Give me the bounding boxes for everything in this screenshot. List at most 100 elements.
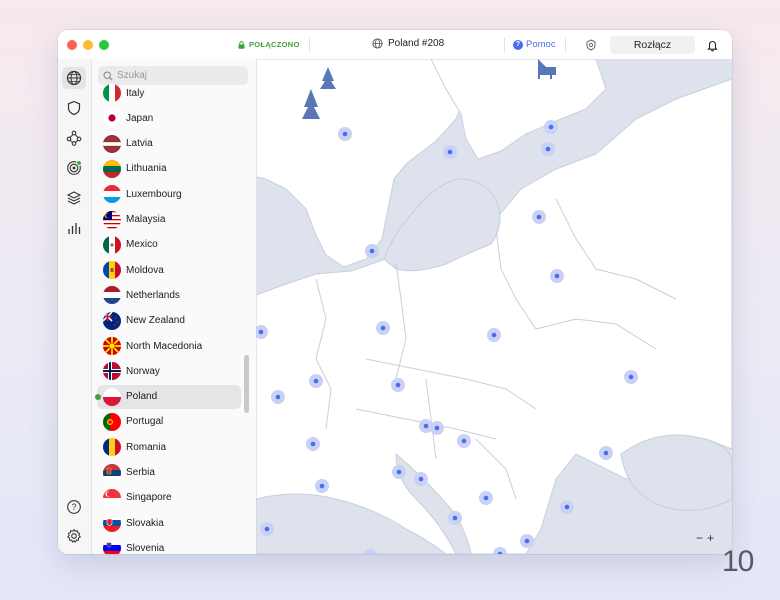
world-map[interactable]: [256, 59, 732, 554]
country-name: North Macedonia: [126, 340, 203, 352]
server-marker[interactable]: [365, 244, 379, 258]
stats-icon: [68, 223, 81, 234]
server-markers: [256, 120, 638, 554]
current-server[interactable]: Poland #208: [372, 38, 444, 49]
zoom-in-button[interactable]: +: [707, 531, 714, 545]
country-item-luxembourg[interactable]: Luxembourg: [97, 182, 241, 206]
server-marker[interactable]: [544, 120, 558, 134]
flag-sg-icon: [103, 488, 121, 507]
nav-meshnet[interactable]: [62, 127, 86, 149]
server-marker[interactable]: [338, 127, 352, 141]
server-marker[interactable]: [624, 370, 638, 384]
server-marker[interactable]: [443, 145, 457, 159]
server-marker[interactable]: [376, 321, 390, 335]
country-item-japan[interactable]: Japan: [97, 106, 241, 130]
settings-icon: [67, 529, 81, 543]
country-item-slovakia[interactable]: Slovakia: [97, 511, 241, 535]
server-marker[interactable]: [260, 522, 274, 536]
bell-icon: [707, 40, 718, 52]
nav-specialty-servers[interactable]: [62, 97, 86, 119]
server-marker[interactable]: [541, 142, 555, 156]
shield-icon: [67, 100, 81, 116]
server-marker[interactable]: [550, 269, 564, 283]
flag-ro-icon: [103, 438, 121, 457]
country-name: Poland: [126, 391, 158, 403]
connection-settings-button[interactable]: [585, 38, 597, 56]
disconnect-button[interactable]: Rozłącz: [610, 36, 695, 54]
country-name: New Zealand: [126, 315, 185, 327]
flag-lt-icon: [103, 159, 121, 178]
country-name: Malaysia: [126, 214, 166, 225]
server-marker[interactable]: [315, 479, 329, 493]
nav-statistics[interactable]: [62, 217, 86, 239]
nav-threat-protection[interactable]: [62, 157, 86, 179]
server-marker[interactable]: [560, 500, 574, 514]
server-marker[interactable]: [448, 511, 462, 525]
nav-layers[interactable]: [62, 187, 86, 209]
scrollbar-thumb[interactable]: [244, 355, 249, 413]
minimize-window-button[interactable]: [83, 40, 93, 50]
layers-icon: [66, 191, 82, 205]
close-window-button[interactable]: [67, 40, 77, 50]
country-item-moldova[interactable]: Moldova: [97, 258, 241, 282]
server-marker[interactable]: [363, 549, 377, 554]
flag-jp-icon: [103, 109, 121, 128]
server-marker[interactable]: [271, 390, 285, 404]
search-input[interactable]: [117, 70, 237, 81]
country-item-lithuania[interactable]: Lithuania: [97, 157, 241, 181]
country-item-serbia[interactable]: Serbia: [97, 461, 241, 485]
server-marker[interactable]: [479, 491, 493, 505]
zoom-controls: − +: [696, 531, 714, 545]
server-marker[interactable]: [493, 547, 507, 554]
nav-help[interactable]: ?: [62, 496, 86, 518]
zoom-out-button[interactable]: −: [696, 531, 703, 545]
zoom-window-button[interactable]: [99, 40, 109, 50]
flag-lu-icon: [103, 185, 121, 204]
country-name: Singapore: [126, 492, 172, 504]
server-marker[interactable]: [599, 446, 613, 460]
server-marker[interactable]: [414, 472, 428, 486]
country-item-norway[interactable]: Norway: [97, 359, 241, 383]
country-item-malaysia[interactable]: Malaysia: [97, 208, 241, 232]
flag-si-icon: [103, 539, 121, 554]
flag-nz-icon: [103, 311, 121, 330]
status-label: POŁĄCZONO: [249, 40, 300, 49]
server-marker[interactable]: [309, 374, 323, 388]
country-item-singapore[interactable]: Singapore: [97, 486, 241, 510]
country-item-mexico[interactable]: Mexico: [97, 233, 241, 257]
title-bar: POŁĄCZONO Poland #208 ? Pomoc Rozłącz: [58, 30, 732, 60]
server-marker[interactable]: [430, 421, 444, 435]
svg-text:?: ?: [71, 502, 76, 512]
country-item-portugal[interactable]: Portugal: [97, 410, 241, 434]
server-marker[interactable]: [532, 210, 546, 224]
country-item-north-macedonia[interactable]: North Macedonia: [97, 334, 241, 358]
server-marker[interactable]: [520, 534, 534, 548]
country-item-netherlands[interactable]: Netherlands: [97, 283, 241, 307]
connection-status: POŁĄCZONO: [238, 40, 300, 49]
notifications-button[interactable]: [707, 39, 718, 57]
country-name: Moldova: [126, 264, 164, 276]
country-name: Netherlands: [126, 289, 180, 301]
country-item-italy[interactable]: Italy: [97, 81, 241, 105]
flag-it-icon: [103, 84, 121, 102]
server-marker[interactable]: [457, 434, 471, 448]
app-window: POŁĄCZONO Poland #208 ? Pomoc Rozłącz ? …: [58, 30, 732, 554]
nav-settings[interactable]: [62, 525, 86, 547]
country-name: Portugal: [126, 416, 164, 428]
disconnect-label: Rozłącz: [633, 39, 672, 51]
server-marker[interactable]: [487, 328, 501, 342]
server-name: Poland #208: [388, 38, 445, 49]
country-item-poland[interactable]: Poland: [95, 384, 241, 409]
country-item-romania[interactable]: Romania: [97, 435, 241, 459]
help-link[interactable]: ? Pomoc: [513, 39, 556, 50]
flag-md-icon: [103, 261, 121, 280]
country-item-slovenia[interactable]: Slovenia: [97, 536, 241, 554]
server-marker[interactable]: [392, 465, 406, 479]
country-name: Norway: [126, 365, 160, 377]
country-item-latvia[interactable]: Latvia: [97, 132, 241, 156]
server-marker[interactable]: [256, 325, 268, 339]
nav-countries[interactable]: [62, 67, 86, 89]
server-marker[interactable]: [391, 378, 405, 392]
server-marker[interactable]: [306, 437, 320, 451]
country-item-new-zealand[interactable]: New Zealand: [97, 309, 241, 333]
